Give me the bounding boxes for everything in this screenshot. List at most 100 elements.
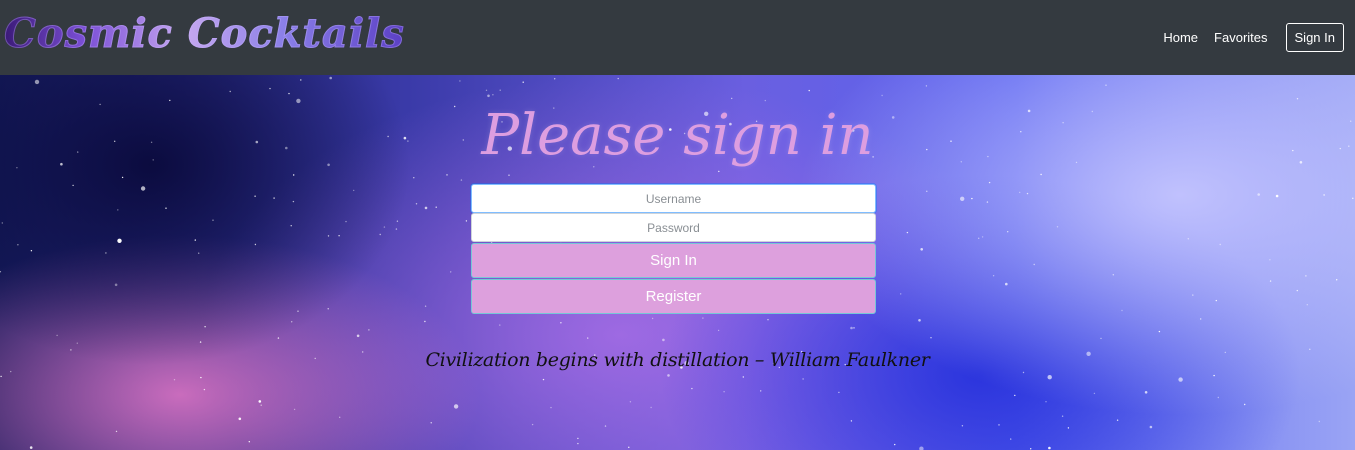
star: [499, 324, 501, 326]
star: [918, 319, 921, 322]
star: [978, 237, 980, 239]
star: [1014, 394, 1016, 397]
star: [702, 317, 704, 319]
star: [415, 203, 418, 205]
star: [1010, 438, 1012, 440]
star: [920, 248, 923, 251]
star: [1187, 238, 1190, 240]
star: [1112, 274, 1115, 276]
star: [628, 446, 630, 448]
star: [881, 94, 883, 97]
star: [117, 209, 119, 211]
star: [56, 334, 58, 337]
star: [1158, 330, 1161, 333]
star: [269, 87, 271, 90]
star: [919, 446, 924, 450]
star: [446, 174, 448, 176]
star: [742, 376, 744, 378]
star: [288, 92, 290, 95]
star: [925, 85, 928, 87]
star: [802, 378, 804, 380]
star: [1093, 392, 1096, 395]
star: [487, 94, 490, 98]
star: [290, 225, 292, 227]
star: [34, 79, 40, 85]
brand-logo[interactable]: Cosmic Cocktails: [4, 10, 405, 58]
star: [760, 390, 762, 392]
star: [764, 99, 766, 102]
star: [435, 206, 437, 208]
star: [1336, 279, 1338, 281]
star: [508, 174, 510, 176]
star: [460, 179, 463, 181]
star: [430, 422, 432, 424]
star: [293, 408, 296, 411]
nav-signin-button[interactable]: Sign In: [1285, 23, 1344, 52]
star: [662, 338, 665, 342]
star: [0, 375, 2, 378]
star: [1067, 427, 1070, 429]
star: [459, 80, 461, 82]
star: [930, 337, 932, 339]
star: [1019, 191, 1021, 194]
star: [140, 186, 146, 191]
star: [1022, 371, 1025, 374]
star: [960, 196, 965, 201]
star: [1178, 377, 1183, 382]
star: [1217, 396, 1220, 399]
star: [1215, 299, 1218, 302]
star: [1296, 289, 1299, 292]
star: [1323, 194, 1325, 196]
star: [1040, 173, 1042, 176]
star: [1275, 194, 1279, 198]
star: [554, 78, 556, 80]
navbar: Cosmic Cocktails Home Favorites Sign In: [0, 0, 1355, 75]
star: [838, 391, 840, 394]
star: [453, 404, 459, 409]
register-button[interactable]: Register: [471, 279, 876, 314]
star: [1200, 318, 1202, 320]
star: [424, 206, 428, 210]
star: [1269, 280, 1272, 282]
star: [291, 321, 293, 323]
password-input[interactable]: [471, 213, 876, 242]
star: [0, 271, 2, 273]
star: [72, 184, 74, 187]
star: [894, 443, 896, 446]
page-title: Please sign in: [481, 103, 874, 168]
star: [277, 337, 280, 339]
username-input[interactable]: [471, 184, 876, 213]
star: [339, 416, 341, 418]
star: [327, 235, 330, 237]
star: [396, 220, 399, 222]
star: [560, 322, 562, 324]
star: [1149, 425, 1153, 429]
star: [1056, 226, 1059, 228]
star: [1030, 448, 1032, 450]
star: [292, 200, 295, 203]
nav-link-favorites[interactable]: Favorites: [1214, 30, 1267, 45]
star: [424, 320, 426, 323]
star: [1045, 401, 1047, 403]
star: [329, 76, 333, 80]
star: [971, 197, 973, 200]
star: [273, 197, 275, 199]
signin-button[interactable]: Sign In: [471, 243, 876, 278]
nav-link-home[interactable]: Home: [1163, 30, 1198, 45]
star: [723, 391, 725, 393]
nav-links: Home Favorites Sign In: [1147, 23, 1344, 52]
star: [992, 275, 995, 277]
star: [114, 283, 118, 287]
star: [105, 252, 107, 254]
star: [293, 174, 295, 176]
star: [900, 293, 902, 295]
star: [76, 342, 79, 344]
star: [767, 319, 769, 321]
star: [199, 341, 202, 343]
star: [379, 233, 381, 236]
star: [1005, 282, 1008, 286]
star: [1192, 294, 1194, 296]
star: [850, 420, 853, 422]
star: [731, 97, 733, 100]
star: [577, 437, 579, 440]
